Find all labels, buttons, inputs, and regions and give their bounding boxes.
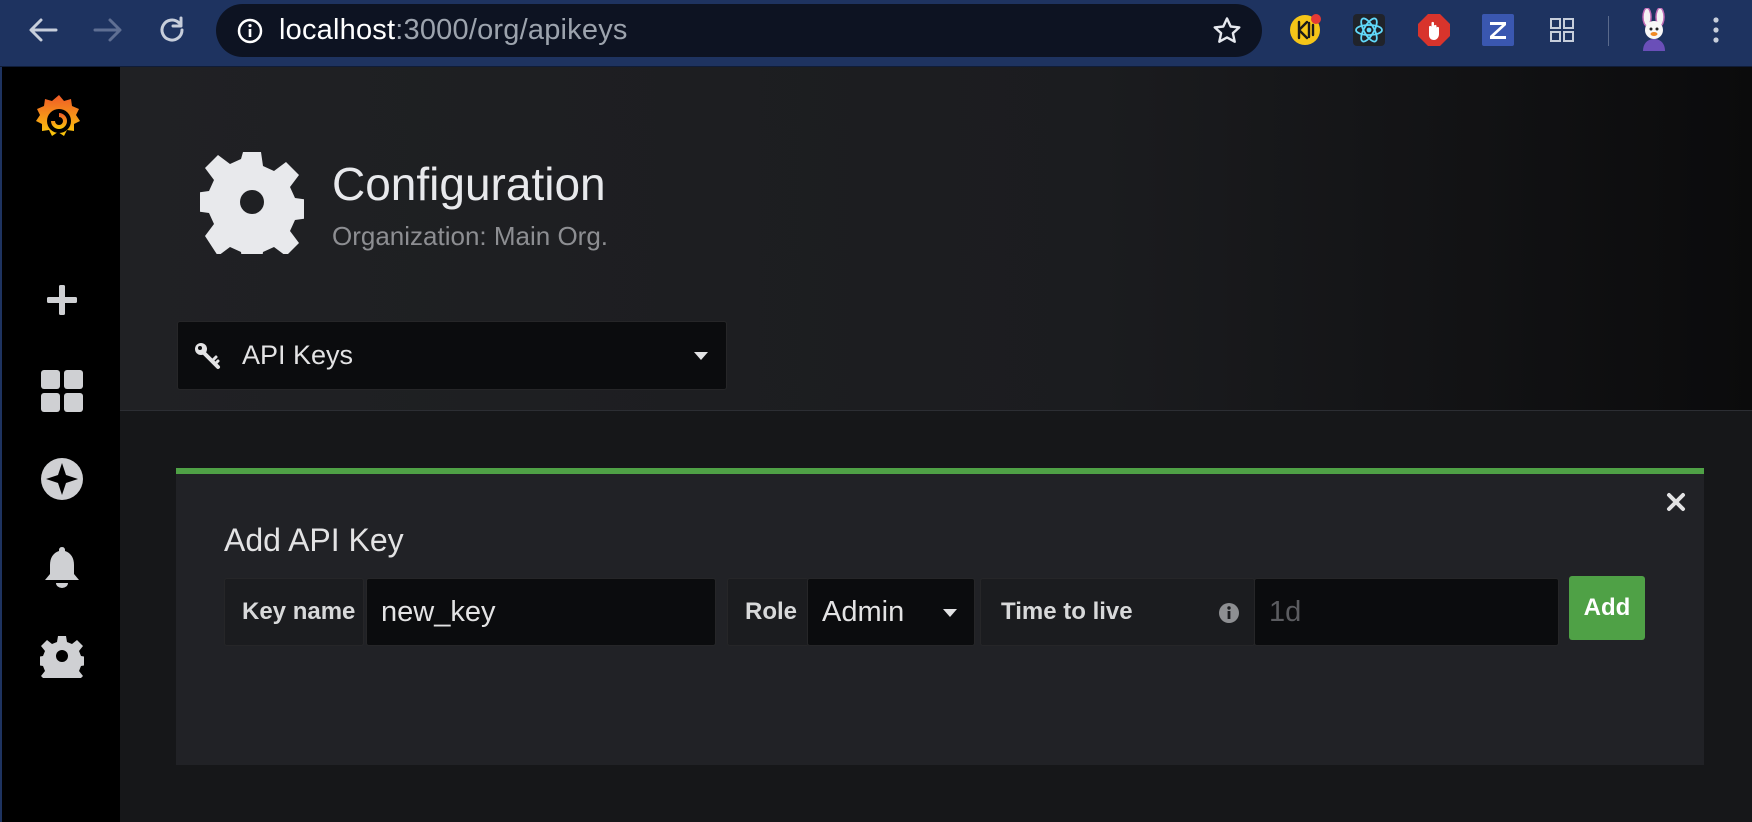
role-select[interactable]: Admin xyxy=(807,578,975,646)
dashboards-icon[interactable] xyxy=(37,366,87,416)
gear-icon xyxy=(200,152,304,254)
bell-icon[interactable] xyxy=(37,542,87,592)
panel-title: Add API Key xyxy=(224,522,404,558)
add-button[interactable]: Add xyxy=(1569,576,1645,640)
time-to-live-label: Time to live xyxy=(980,578,1255,646)
key-name-input[interactable]: new_key xyxy=(366,578,716,646)
nav-select-label: API Keys xyxy=(242,340,354,370)
add-api-key-panel: Add API Key Key name new_key Role Admin … xyxy=(176,468,1704,765)
main-content: Configuration Organization: Main Org. AP… xyxy=(120,67,1752,822)
key-name-label: Key name xyxy=(224,578,364,646)
role-select-value: Admin xyxy=(822,595,905,628)
time-to-live-text: Time to live xyxy=(1001,598,1133,625)
info-icon[interactable] xyxy=(1218,602,1240,624)
address-bar[interactable]: localhost:3000/org/apikeys xyxy=(216,4,1262,57)
grafana-logo-icon[interactable] xyxy=(29,93,89,153)
forward-arrow-icon[interactable] xyxy=(88,10,128,50)
time-to-live-input[interactable]: 1d xyxy=(1254,578,1559,646)
zotero-icon[interactable] xyxy=(1480,12,1516,48)
extensions-grid-icon[interactable] xyxy=(1544,12,1580,48)
back-arrow-icon[interactable] xyxy=(23,10,63,50)
page-title: Configuration xyxy=(332,158,606,210)
toolbar-divider xyxy=(1608,16,1609,46)
explore-compass-icon[interactable] xyxy=(37,454,87,504)
adblock-icon[interactable] xyxy=(1416,12,1452,48)
page-subtitle: Organization: Main Org. xyxy=(332,221,609,251)
close-icon[interactable] xyxy=(1663,489,1689,515)
url-path: :3000/org/apikeys xyxy=(395,14,628,46)
chevron-down-icon xyxy=(694,352,708,360)
profile-avatar-icon[interactable] xyxy=(1634,8,1674,52)
page-nav-select[interactable]: API Keys xyxy=(177,321,727,390)
plus-icon[interactable] xyxy=(37,275,87,325)
info-icon[interactable] xyxy=(237,18,263,44)
url-text[interactable]: localhost:3000/org/apikeys xyxy=(279,14,628,47)
chevron-down-icon xyxy=(943,609,957,617)
key-icon xyxy=(195,342,220,369)
page-header: Configuration Organization: Main Org. AP… xyxy=(120,67,1752,411)
reload-icon[interactable] xyxy=(152,10,192,50)
react-devtools-icon[interactable] xyxy=(1351,12,1387,48)
more-menu-icon[interactable] xyxy=(1698,12,1734,48)
star-icon[interactable] xyxy=(1212,16,1242,46)
browser-toolbar: localhost:3000/org/apikeys xyxy=(0,0,1752,67)
keeper-extension-icon[interactable] xyxy=(1287,12,1323,48)
gear-icon[interactable] xyxy=(37,631,87,681)
side-menu xyxy=(0,67,120,822)
url-host: localhost xyxy=(279,14,396,46)
role-label: Role xyxy=(727,578,809,646)
